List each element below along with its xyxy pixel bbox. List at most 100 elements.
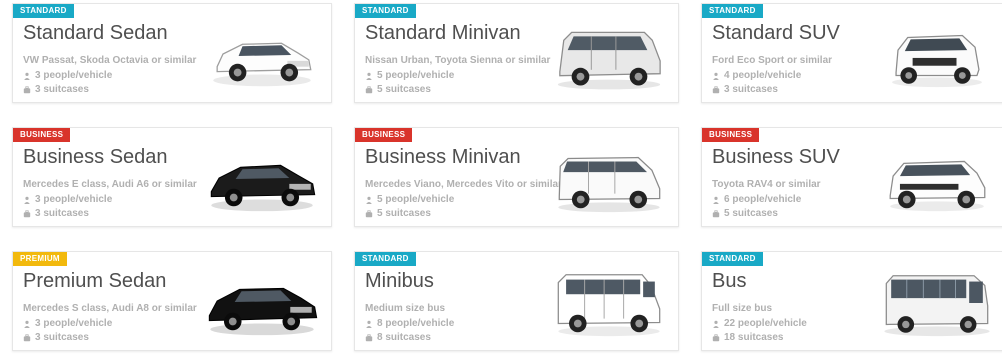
vehicle-examples: Toyota RAV4 or similar [712,179,821,190]
capacity-row: 8 people/vehicle [365,318,454,329]
suitcase-capacity: 5 suitcases [377,84,431,95]
vehicle-examples: Full size bus [712,303,773,314]
vehicle-card-premium-sedan[interactable]: PREMIUM Premium Sedan Mercedes S class, … [12,251,332,351]
people-capacity: 22 people/vehicle [724,318,807,329]
suitcase-icon [23,333,31,342]
vehicle-title: Minibus [365,270,434,292]
person-icon [365,320,373,328]
capacity-row: 3 people/vehicle [23,194,112,205]
person-icon [712,72,720,80]
vehicle-title: Premium Sedan [23,270,167,292]
suitcase-icon [365,333,373,342]
capacity-row: 5 people/vehicle [365,194,454,205]
vehicle-class-badge: STANDARD [355,252,416,266]
vehicle-card-bus[interactable]: STANDARD Bus Full size bus 22 people/veh… [701,251,1002,351]
suitcase-row: 3 suitcases [23,208,89,219]
suv-icon [878,140,996,218]
person-icon [712,320,720,328]
vehicle-card-business-sedan[interactable]: BUSINESS Business Sedan Mercedes E class… [12,127,332,227]
suitcase-row: 18 suitcases [712,332,784,343]
suitcase-row: 3 suitcases [23,84,89,95]
suitcase-row: 3 suitcases [23,332,89,343]
vehicle-class-badge: PREMIUM [13,252,67,266]
vehicle-class-badge: BUSINESS [13,128,71,142]
people-capacity: 3 people/vehicle [35,70,113,81]
people-capacity: 6 people/vehicle [724,194,802,205]
suitcase-icon [365,209,373,218]
suitcase-capacity: 3 suitcases [35,208,89,219]
person-icon [712,196,720,204]
vehicle-card-standard-minivan[interactable]: STANDARD Standard Minivan Nissan Urban, … [354,3,679,103]
vehicle-class-badge: STANDARD [355,4,416,18]
sedan-icon [203,16,321,94]
people-capacity: 5 people/vehicle [377,194,455,205]
vehicle-card-standard-suv[interactable]: STANDARD Standard SUV Ford Eco Sport or … [701,3,1002,103]
vehicle-examples: Mercedes S class, Audi A8 or similar [23,303,197,314]
suitcase-icon [712,333,720,342]
people-capacity: 4 people/vehicle [724,70,802,81]
vehicle-grid: STANDARD Standard Sedan VW Passat, Skoda… [12,3,1002,354]
person-icon [23,196,31,204]
vehicle-title: Business Sedan [23,146,168,168]
people-capacity: 5 people/vehicle [377,70,455,81]
suitcase-row: 3 suitcases [712,84,778,95]
suitcase-capacity: 8 suitcases [377,332,431,343]
people-capacity: 8 people/vehicle [377,318,455,329]
vehicle-examples: Mercedes E class, Audi A6 or similar [23,179,197,190]
vehicle-title: Standard Minivan [365,22,521,44]
vehicle-class-badge: BUSINESS [702,128,760,142]
vehicle-examples: VW Passat, Skoda Octavia or similar [23,55,197,66]
vehicle-class-badge: STANDARD [702,4,763,18]
suitcase-icon [712,209,720,218]
suitcase-icon [23,209,31,218]
vehicle-title: Bus [712,270,747,292]
capacity-row: 4 people/vehicle [712,70,801,81]
minivan-icon [550,16,668,96]
minibus-icon [550,264,668,342]
van-icon [550,140,668,218]
person-icon [365,72,373,80]
people-capacity: 3 people/vehicle [35,318,113,329]
capacity-row: 3 people/vehicle [23,70,112,81]
vehicle-title: Business Minivan [365,146,521,168]
vehicle-class-badge: STANDARD [13,4,74,18]
people-capacity: 3 people/vehicle [35,194,113,205]
vehicle-examples: Nissan Urban, Toyota Sienna or similar [365,55,551,66]
suv-icon [878,16,996,94]
vehicle-class-badge: STANDARD [702,252,763,266]
vehicle-title: Standard SUV [712,22,840,44]
vehicle-examples: Mercedes Viano, Mercedes Vito or similar [365,179,562,190]
sedan-icon [203,140,321,218]
suitcase-row: 5 suitcases [712,208,778,219]
capacity-row: 22 people/vehicle [712,318,807,329]
vehicle-examples: Ford Eco Sport or similar [712,55,833,66]
capacity-row: 3 people/vehicle [23,318,112,329]
capacity-row: 5 people/vehicle [365,70,454,81]
vehicle-class-badge: BUSINESS [355,128,413,142]
suitcase-row: 5 suitcases [365,208,431,219]
person-icon [365,196,373,204]
vehicle-card-business-suv[interactable]: BUSINESS Business SUV Toyota RAV4 or sim… [701,127,1002,227]
person-icon [23,72,31,80]
suitcase-capacity: 3 suitcases [35,332,89,343]
suitcase-capacity: 18 suitcases [724,332,784,343]
suitcase-row: 5 suitcases [365,84,431,95]
sedan-icon [203,264,321,342]
suitcase-icon [23,85,31,94]
vehicle-title: Standard Sedan [23,22,168,44]
capacity-row: 6 people/vehicle [712,194,801,205]
vehicle-card-business-minivan[interactable]: BUSINESS Business Minivan Mercedes Viano… [354,127,679,227]
suitcase-capacity: 5 suitcases [377,208,431,219]
suitcase-icon [365,85,373,94]
vehicle-title: Business SUV [712,146,840,168]
suitcase-capacity: 3 suitcases [35,84,89,95]
vehicle-card-standard-sedan[interactable]: STANDARD Standard Sedan VW Passat, Skoda… [12,3,332,103]
person-icon [23,320,31,328]
bus-icon [878,264,996,342]
suitcase-row: 8 suitcases [365,332,431,343]
vehicle-examples: Medium size bus [365,303,446,314]
suitcase-icon [712,85,720,94]
suitcase-capacity: 3 suitcases [724,84,778,95]
vehicle-card-minibus[interactable]: STANDARD Minibus Medium size bus 8 peopl… [354,251,679,351]
suitcase-capacity: 5 suitcases [724,208,778,219]
